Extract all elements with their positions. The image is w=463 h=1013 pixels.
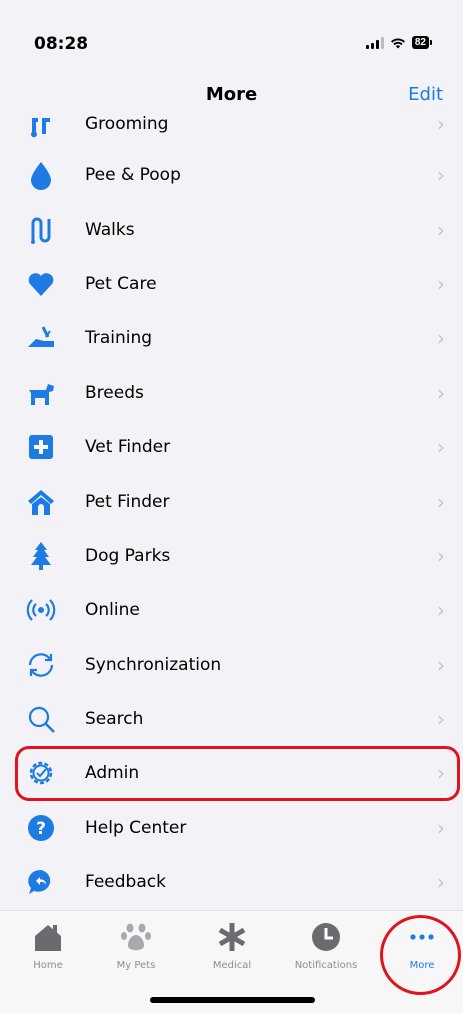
chevron-right-icon: › (437, 271, 445, 296)
house-icon (24, 485, 58, 519)
status-bar: 08:28 82 (0, 0, 463, 80)
asterisk-icon (192, 917, 272, 957)
menu-item-label: Breeds (85, 382, 144, 403)
more-menu-list[interactable]: Grooming › Pee & Poop › Walks › Pet Care… (0, 100, 463, 908)
tab-home[interactable]: Home (8, 917, 88, 971)
menu-item-label: Online (85, 600, 140, 621)
menu-item-training[interactable]: Training › (0, 311, 463, 365)
status-icons: 82 (365, 36, 433, 49)
tab-medical[interactable]: Medical (192, 917, 272, 971)
menu-item-label: Search (85, 709, 144, 730)
chevron-right-icon: › (437, 543, 445, 568)
menu-item-synchronization[interactable]: Synchronization › (0, 638, 463, 692)
menu-item-label: Synchronization (85, 654, 222, 675)
menu-item-label: Admin (85, 763, 140, 784)
menu-item-label: Grooming (85, 114, 169, 134)
ellipsis-icon (382, 917, 462, 957)
tab-notifications[interactable]: Notifications (286, 917, 366, 971)
sync-icon (24, 648, 58, 682)
walks-icon (24, 213, 58, 247)
menu-item-label: Dog Parks (85, 545, 171, 566)
paw-icon (96, 917, 176, 957)
tab-label: My Pets (116, 960, 156, 971)
menu-item-search[interactable]: Search › (0, 692, 463, 746)
menu-item-pet-finder[interactable]: Pet Finder › (0, 474, 463, 528)
drop-icon (24, 158, 58, 192)
tab-label: Medical (212, 960, 252, 971)
menu-item-help-center[interactable]: ? Help Center › (0, 801, 463, 855)
battery-icon: 82 (411, 36, 433, 49)
help-icon: ? (24, 811, 58, 845)
chevron-right-icon: › (437, 652, 445, 677)
feedback-icon (24, 865, 58, 899)
menu-item-label: Vet Finder (85, 437, 171, 458)
menu-item-admin[interactable]: Admin › (0, 746, 463, 800)
chevron-right-icon: › (437, 217, 445, 242)
menu-item-pee-poop[interactable]: Pee & Poop › (0, 148, 463, 202)
home-indicator[interactable] (150, 997, 315, 1003)
menu-item-label: Training (85, 328, 153, 349)
chevron-right-icon: › (437, 435, 445, 460)
menu-item-label: Pee & Poop (85, 165, 181, 186)
menu-item-breeds[interactable]: Breeds › (0, 366, 463, 420)
chevron-right-icon: › (437, 380, 445, 405)
dog-icon (24, 376, 58, 410)
tab-my-pets[interactable]: My Pets (96, 917, 176, 971)
tab-label: More (409, 960, 435, 971)
svg-text:?: ? (36, 819, 46, 839)
menu-item-label: Help Center (85, 817, 187, 838)
menu-item-pet-care[interactable]: Pet Care › (0, 257, 463, 311)
wifi-icon (390, 38, 405, 48)
chevron-right-icon: › (437, 489, 445, 514)
chevron-right-icon: › (437, 761, 445, 786)
clock-icon (286, 917, 366, 957)
search-icon (24, 702, 58, 736)
menu-item-feedback[interactable]: Feedback › (0, 855, 463, 908)
chevron-right-icon: › (437, 112, 445, 136)
menu-item-label: Pet Finder (85, 491, 170, 512)
cellular-signal-icon (365, 36, 384, 49)
menu-item-grooming[interactable]: Grooming › (0, 100, 463, 148)
tree-icon (24, 539, 58, 573)
tab-more[interactable]: More (382, 917, 462, 971)
menu-item-label: Pet Care (85, 273, 157, 294)
tab-label: Notifications (294, 960, 358, 971)
medical-cross-icon (24, 430, 58, 464)
grooming-icon (24, 108, 58, 142)
status-time: 08:28 (34, 34, 89, 54)
menu-item-online[interactable]: Online › (0, 583, 463, 637)
home-icon (8, 917, 88, 957)
heart-icon (24, 267, 58, 301)
gear-icon (24, 756, 58, 790)
chevron-right-icon: › (437, 163, 445, 188)
menu-item-walks[interactable]: Walks › (0, 202, 463, 256)
menu-item-label: Walks (85, 219, 135, 240)
chevron-right-icon: › (437, 870, 445, 895)
chevron-right-icon: › (437, 598, 445, 623)
tab-label: Home (33, 960, 63, 971)
broadcast-icon (24, 593, 58, 627)
menu-item-dog-parks[interactable]: Dog Parks › (0, 529, 463, 583)
training-icon (24, 321, 58, 355)
menu-item-vet-finder[interactable]: Vet Finder › (0, 420, 463, 474)
chevron-right-icon: › (437, 326, 445, 351)
chevron-right-icon: › (437, 707, 445, 732)
chevron-right-icon: › (437, 815, 445, 840)
menu-item-label: Feedback (85, 872, 166, 893)
